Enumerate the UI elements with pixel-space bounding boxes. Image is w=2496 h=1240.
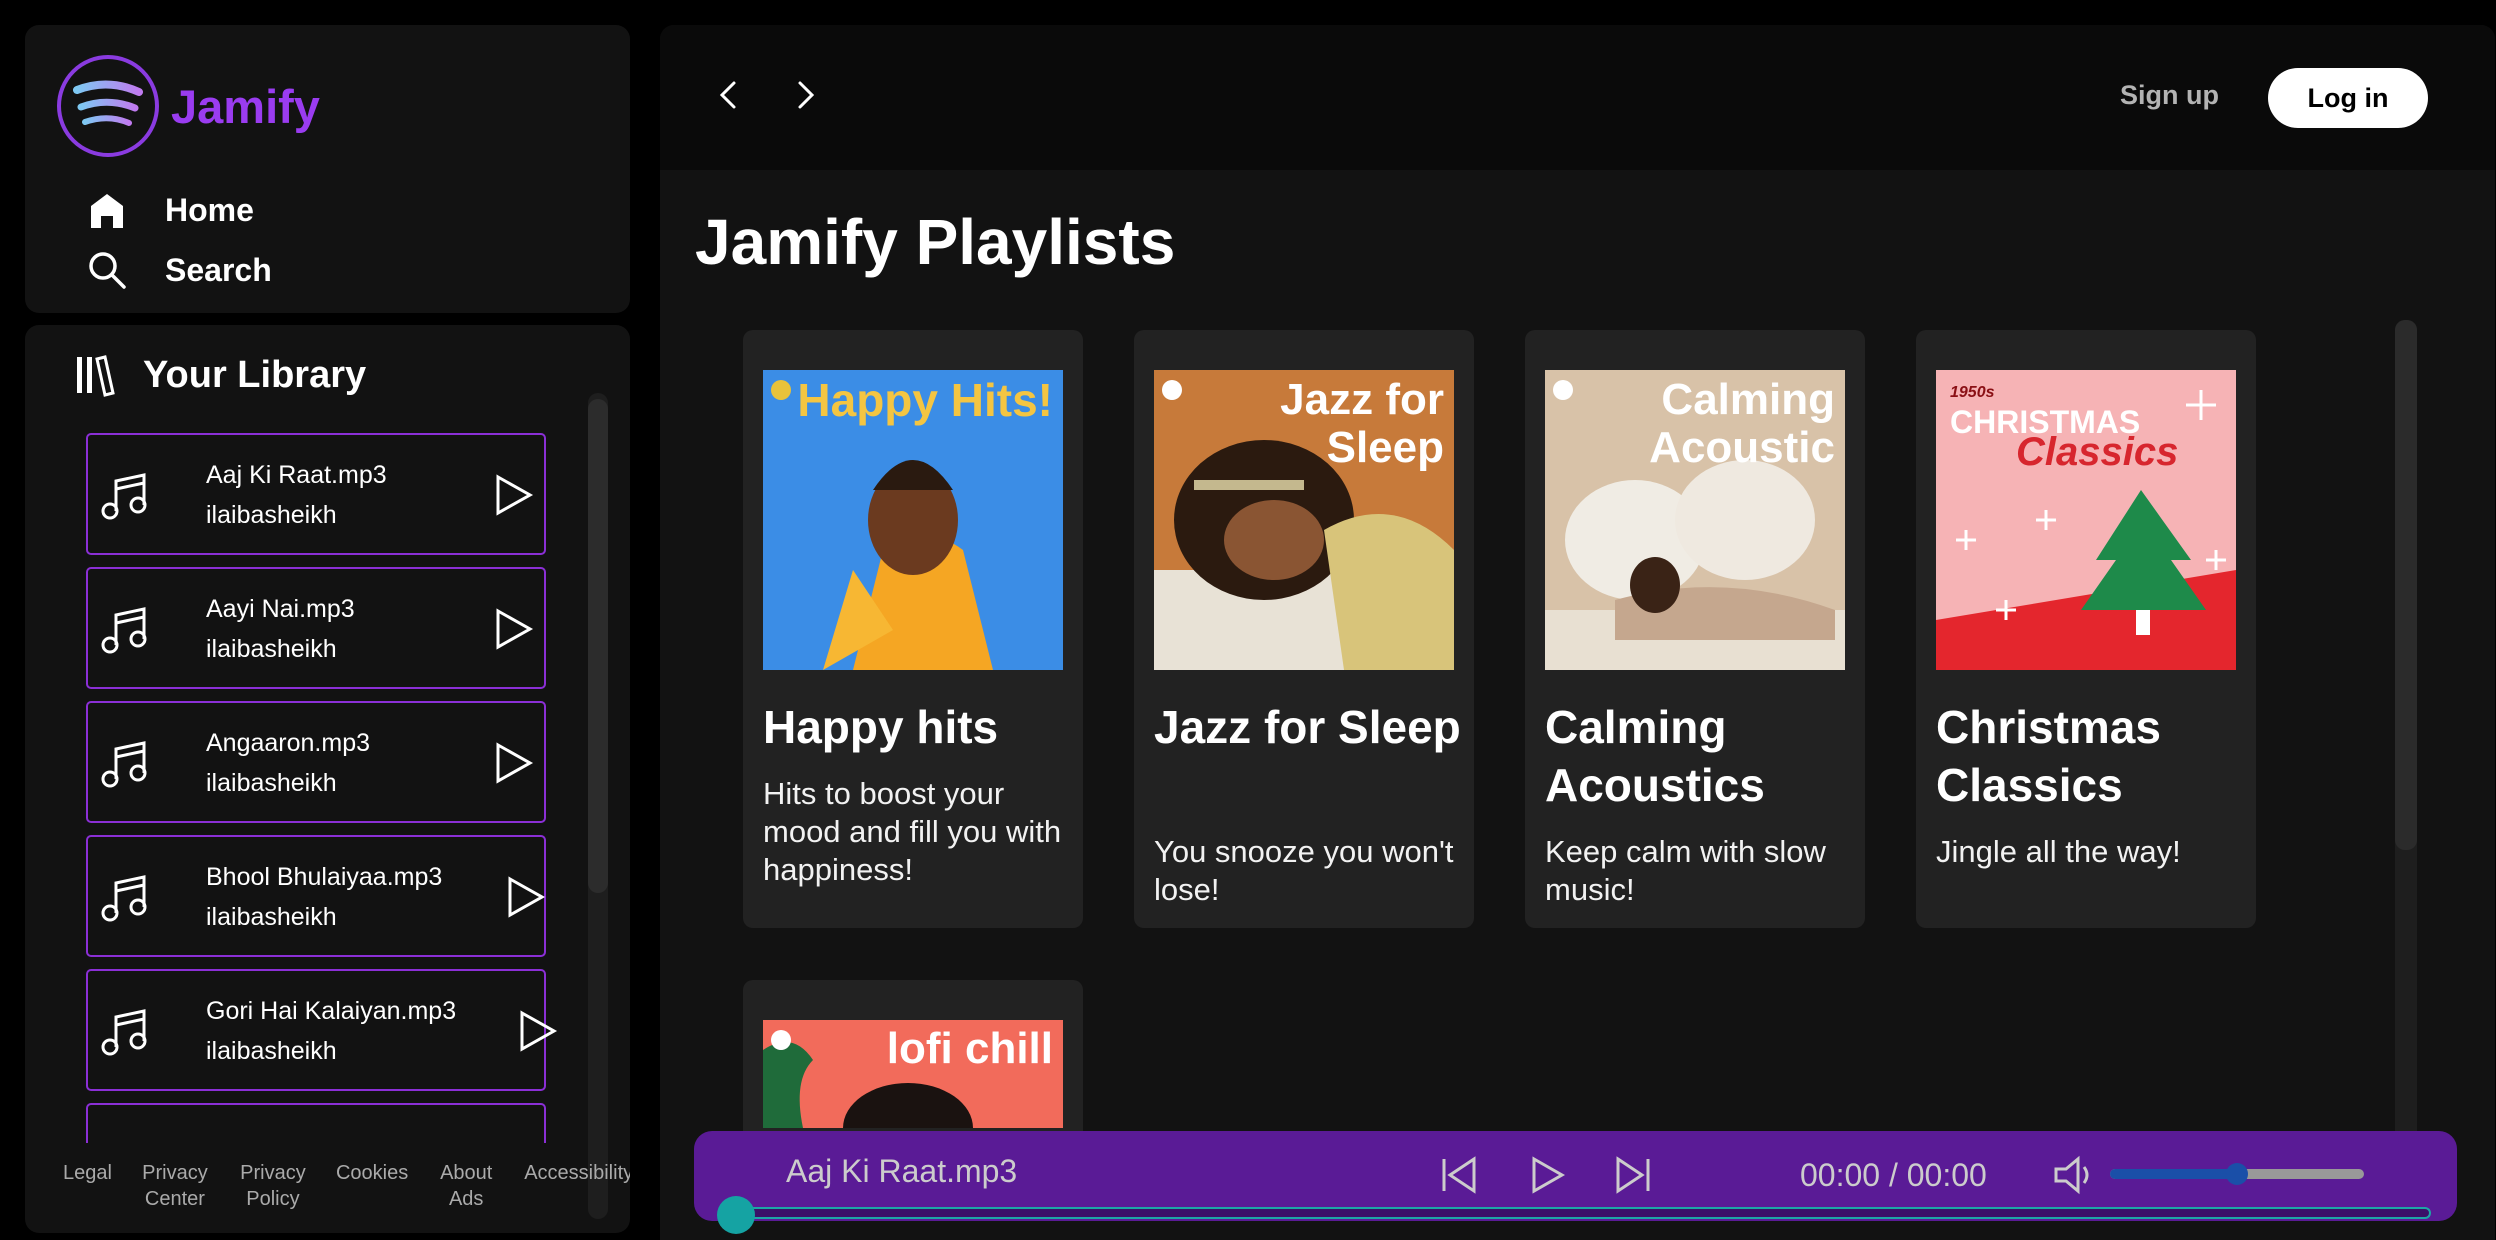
playlist-card-happy-hits[interactable]: Happy Hits! Happy hits Hits to boost you… <box>743 330 1083 928</box>
playlist-cover: lofi chill <box>763 1020 1063 1128</box>
playlist-card-jazz-for-sleep[interactable]: Jazz for Sleep Jazz for Sleep You snooze… <box>1134 330 1474 928</box>
volume-slider[interactable] <box>2110 1163 2364 1185</box>
top-bar: Sign up Log in <box>660 25 2495 170</box>
library-icon <box>75 353 115 397</box>
play-icon[interactable] <box>512 1007 560 1055</box>
play-icon[interactable] <box>488 605 536 653</box>
playlist-cover: Calming Acoustic <box>1545 370 1845 670</box>
seek-knob[interactable] <box>717 1196 755 1234</box>
play-icon[interactable] <box>500 873 548 921</box>
music-note-icon <box>101 607 147 654</box>
song-title: Gori Hai Kalaiyan.mp3 <box>206 997 457 1025</box>
next-track-icon[interactable] <box>1612 1153 1656 1197</box>
song-artist: ilaibasheikh <box>206 501 337 529</box>
home-icon <box>83 186 131 234</box>
playlist-description: Keep calm with slow music! <box>1545 834 1826 907</box>
footer-links: Legal Privacy Center Privacy Policy Cook… <box>63 1160 630 1212</box>
song-title: Bhool Bhulaiyaa.mp3 <box>206 863 443 891</box>
volume-icon[interactable] <box>2050 1153 2098 1197</box>
nav-search-label: Search <box>165 251 272 288</box>
footer-link-legal[interactable]: Legal <box>63 1160 112 1212</box>
music-note-icon <box>101 741 147 788</box>
playlist-description: Hits to boost your mood and fill you wit… <box>763 776 1062 887</box>
music-note-icon <box>101 473 147 520</box>
playlist-card-christmas-classics[interactable]: 1950s CHRISTMAS Classics Christmas Class… <box>1916 330 2256 928</box>
main-nav: Home Search <box>83 180 272 300</box>
footer-link-privacy-policy[interactable]: Privacy Policy <box>238 1160 308 1212</box>
song-title: Angaaron.mp3 <box>206 729 371 757</box>
page-title: Jamify Playlists <box>695 206 1176 278</box>
track-time: 00:00 / 00:00 <box>1800 1157 1987 1193</box>
jamify-logo-icon <box>57 55 159 157</box>
playlist-cover: Jazz for Sleep <box>1154 370 1454 670</box>
playlist-title: Christmas Classics <box>1936 701 2161 811</box>
brand-name: Jamify <box>171 79 320 133</box>
playlist-title: Jazz for Sleep <box>1154 701 1461 753</box>
signup-button[interactable]: Sign up <box>2120 80 2219 111</box>
footer-link-accessibility[interactable]: Accessibility <box>524 1160 630 1212</box>
song-list: Aaj Ki Raat.mp3 ilaibasheikh Aayi Nai.mp… <box>86 433 572 1143</box>
list-item[interactable]: Angaaron.mp3 ilaibasheikh <box>86 701 546 823</box>
footer-link-about-ads[interactable]: About Ads <box>436 1160 496 1212</box>
main-panel: Sign up Log in Jamify Playlists Happy Hi… <box>660 25 2495 1240</box>
list-item[interactable]: Bhool Bhulaiyaa.mp3 ilaibasheikh <box>86 835 546 957</box>
song-title: Aaj Ki Raat.mp3 <box>206 461 387 489</box>
sidebar-top: Jamify Home Search <box>25 25 630 313</box>
list-item[interactable]: Aayi Nai.mp3 ilaibasheikh <box>86 567 546 689</box>
volume-fill <box>2110 1169 2237 1179</box>
login-button[interactable]: Log in <box>2268 68 2428 128</box>
song-artist: ilaibasheikh <box>206 903 337 931</box>
song-title: Aayi Nai.mp3 <box>206 595 355 623</box>
main-scroll-thumb[interactable] <box>2395 320 2417 850</box>
playlist-title: Calming Acoustics <box>1545 701 1765 811</box>
play-icon[interactable] <box>488 471 536 519</box>
logo[interactable]: Jamify <box>57 55 320 157</box>
playlist-description: Jingle all the way! <box>1936 834 2181 869</box>
playlist-card-calming-acoustics[interactable]: Calming Acoustic Calming Acoustics Keep … <box>1525 330 1865 928</box>
music-note-icon <box>101 875 147 922</box>
previous-track-icon[interactable] <box>1436 1153 1480 1197</box>
cover-text: Jazz for Sleep <box>1280 375 1444 472</box>
cover-text: Calming Acoustic <box>1649 375 1835 472</box>
play-icon[interactable] <box>488 739 536 787</box>
forward-arrow-icon[interactable] <box>782 73 826 117</box>
footer-link-cookies[interactable]: Cookies <box>336 1160 408 1212</box>
song-artist: ilaibasheikh <box>206 769 337 797</box>
playlist-title: Happy hits <box>763 701 999 753</box>
library-title: Your Library <box>143 353 367 396</box>
seek-bar[interactable] <box>717 1196 2431 1234</box>
main-scrollbar[interactable] <box>2395 320 2417 1160</box>
nav-home-label: Home <box>165 191 254 228</box>
playlist-cover: 1950s CHRISTMAS Classics <box>1936 370 2236 670</box>
play-pause-icon[interactable] <box>1524 1153 1568 1197</box>
nav-home[interactable]: Home <box>83 180 272 240</box>
back-arrow-icon[interactable] <box>708 73 752 117</box>
playlist-cover: Happy Hits! <box>763 370 1063 670</box>
library-scrollbar[interactable] <box>588 393 608 1219</box>
playlist-description: You snooze you won't lose! <box>1154 834 1454 907</box>
list-item[interactable]: Aaj Ki Raat.mp3 ilaibasheikh <box>86 433 546 555</box>
library-header[interactable]: Your Library <box>75 345 366 405</box>
footer-link-privacy-center[interactable]: Privacy Center <box>140 1160 210 1212</box>
search-icon <box>83 246 131 294</box>
song-artist: ilaibasheikh <box>206 635 337 663</box>
cover-text-small: 1950s <box>1950 384 1995 401</box>
list-item[interactable]: Gori Hai Kalaiyan.mp3 ilaibasheikh <box>86 969 558 1091</box>
nav-search[interactable]: Search <box>83 240 272 300</box>
list-item[interactable] <box>86 1103 546 1143</box>
song-artist: ilaibasheikh <box>206 1037 337 1065</box>
music-note-icon <box>101 1009 147 1056</box>
library-panel: Your Library Aaj Ki Raat.mp3 ilaibasheik… <box>25 325 630 1233</box>
cover-text: Classics <box>2016 430 2179 474</box>
now-playing-title: Aaj Ki Raat.mp3 <box>786 1153 1018 1189</box>
cover-text: Happy Hits! <box>797 374 1053 426</box>
volume-knob[interactable] <box>2226 1163 2248 1185</box>
cover-text: lofi chill <box>886 1024 1053 1073</box>
library-scroll-thumb[interactable] <box>588 399 608 893</box>
